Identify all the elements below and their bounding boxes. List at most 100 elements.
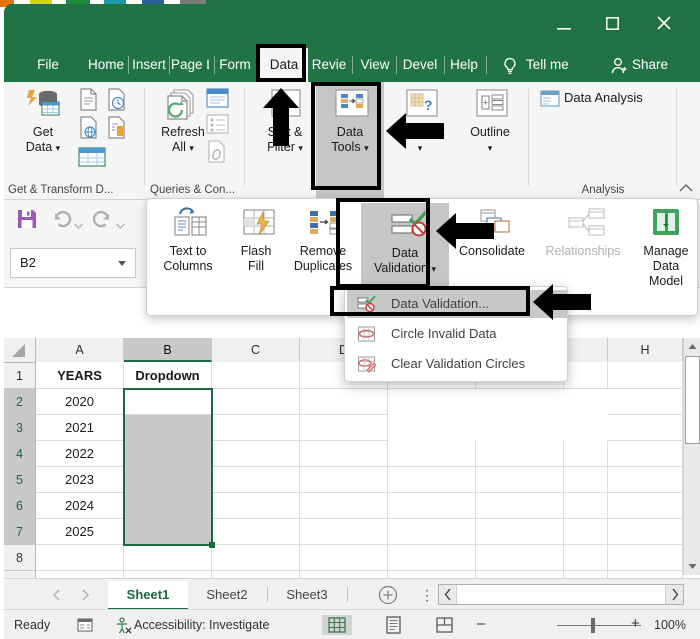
hscroll-right-arrow-icon[interactable] [665, 585, 683, 604]
recent-sources-icon[interactable] [106, 88, 130, 112]
row-header-4[interactable]: 4 [4, 441, 36, 467]
sheet-tab-sheet3[interactable]: Sheet3 [270, 581, 344, 610]
data-analysis-button[interactable]: Data Analysis [564, 90, 643, 105]
cell-a7[interactable]: 2025 [36, 519, 124, 545]
ribbon-tab-home[interactable]: Home [86, 48, 126, 82]
cell-c6[interactable] [212, 493, 300, 519]
column-header-g[interactable] [564, 338, 608, 362]
cell-a3[interactable]: 2021 [36, 415, 124, 441]
collapse-ribbon-button[interactable] [678, 181, 694, 195]
cell-h7[interactable] [608, 519, 683, 545]
cell-c1[interactable] [212, 363, 300, 389]
zoom-slider-thumb[interactable] [591, 618, 595, 633]
row-header-7[interactable]: 7 [4, 519, 36, 545]
name-box-chevron-down-icon[interactable] [118, 261, 126, 266]
cell-b8[interactable] [124, 545, 212, 571]
from-web-icon[interactable] [78, 116, 102, 140]
cell-c2[interactable] [212, 389, 300, 415]
edit-links-icon[interactable] [206, 140, 230, 164]
cell-g1[interactable] [564, 363, 608, 389]
ribbon-tab-help[interactable]: Help [446, 48, 482, 82]
ribbon-tab-insert[interactable]: Insert [130, 48, 168, 82]
row-header-5[interactable]: 5 [4, 467, 36, 493]
close-button[interactable] [646, 10, 682, 40]
maximize-button[interactable] [594, 10, 630, 40]
ribbon-tab-file[interactable]: File [26, 48, 70, 82]
row-header-3[interactable]: 3 [4, 415, 36, 441]
redo-icon[interactable] [92, 209, 112, 229]
text-to-columns-button[interactable]: Text to Columns [157, 205, 219, 274]
ribbon-tab-review[interactable]: Revie [310, 48, 348, 82]
page-break-view-icon[interactable] [429, 615, 459, 635]
undo-chevron-down-icon[interactable] [74, 216, 83, 234]
cell-c4[interactable] [212, 441, 300, 467]
menu-item-clear-validation-circles[interactable]: Clear Validation Circles [347, 350, 567, 378]
redo-chevron-down-icon[interactable] [116, 216, 125, 234]
sheet-tab-sheet1[interactable]: Sheet1 [108, 581, 188, 610]
vertical-scrollbar-thumb[interactable] [685, 356, 700, 444]
undo-icon[interactable] [52, 209, 72, 229]
cell-f7[interactable] [476, 519, 564, 545]
page-layout-view-icon[interactable] [378, 615, 408, 635]
cell-f8[interactable] [476, 545, 564, 571]
cell-b1[interactable]: Dropdown [124, 363, 212, 389]
name-box[interactable]: B2 [10, 248, 136, 278]
cell-g6[interactable] [564, 493, 608, 519]
minimize-button[interactable] [546, 10, 582, 40]
ribbon-tab-view[interactable]: View [356, 48, 394, 82]
nav-next-icon[interactable] [78, 588, 92, 602]
cell-a5[interactable]: 2023 [36, 467, 124, 493]
macro-record-icon[interactable] [76, 617, 94, 633]
cell-g8[interactable] [564, 545, 608, 571]
more-options-icon[interactable]: ⋮ [420, 588, 434, 602]
cell-d5[interactable] [300, 467, 388, 493]
cell-e7[interactable] [388, 519, 476, 545]
cell-a2[interactable]: 2020 [36, 389, 124, 415]
ribbon-tab-developer[interactable]: Devel [398, 48, 442, 82]
row-header-1[interactable]: 1 [4, 363, 36, 389]
column-header-h[interactable]: H [608, 338, 683, 362]
flash-fill-button[interactable]: Flash Fill [225, 205, 287, 274]
from-text-icon[interactable] [78, 88, 102, 112]
ribbon-tab-formulas[interactable]: Form [216, 48, 254, 82]
column-header-a[interactable]: A [36, 338, 124, 362]
queries-connections-icon[interactable] [206, 88, 230, 112]
cell-c5[interactable] [212, 467, 300, 493]
cell-d3[interactable] [300, 415, 388, 441]
row-header-8[interactable]: 8 [4, 545, 36, 571]
cell-f5[interactable] [476, 467, 564, 493]
cell-g7[interactable] [564, 519, 608, 545]
cell-g4[interactable] [564, 441, 608, 467]
cell-h6[interactable] [608, 493, 683, 519]
normal-view-icon[interactable] [322, 615, 352, 635]
cell-h4[interactable] [608, 441, 683, 467]
save-icon[interactable] [16, 208, 38, 230]
accessibility-icon[interactable] [114, 617, 132, 634]
ribbon-tab-page-layout[interactable]: Page L [171, 48, 209, 82]
zoom-out-button[interactable]: – [477, 615, 485, 632]
get-data-button[interactable]: Get Data ▾ [10, 86, 76, 156]
zoom-level-label[interactable]: 100% [654, 618, 686, 632]
hscroll-left-arrow-icon[interactable] [439, 585, 457, 604]
scroll-up-arrow-icon[interactable] [685, 339, 700, 355]
properties-icon[interactable] [206, 114, 230, 138]
cell-f6[interactable] [476, 493, 564, 519]
cell-h2[interactable] [608, 389, 683, 415]
zoom-in-button[interactable]: + [631, 615, 640, 632]
select-all-corner[interactable] [4, 338, 36, 363]
cell-h8[interactable] [608, 545, 683, 571]
fill-handle[interactable] [209, 542, 215, 548]
cell-a6[interactable]: 2024 [36, 493, 124, 519]
cell-d7[interactable] [300, 519, 388, 545]
cell-c7[interactable] [212, 519, 300, 545]
cell-c8[interactable] [212, 545, 300, 571]
accessibility-label[interactable]: Accessibility: Investigate [134, 618, 269, 632]
row-header-6[interactable]: 6 [4, 493, 36, 519]
cell-h3[interactable] [608, 415, 683, 441]
horizontal-scrollbar[interactable] [438, 584, 684, 605]
cell-g5[interactable] [564, 467, 608, 493]
nav-prev-icon[interactable] [50, 588, 64, 602]
scroll-down-arrow-icon[interactable] [685, 558, 700, 574]
cell-f4[interactable] [476, 441, 564, 467]
cell-d6[interactable] [300, 493, 388, 519]
